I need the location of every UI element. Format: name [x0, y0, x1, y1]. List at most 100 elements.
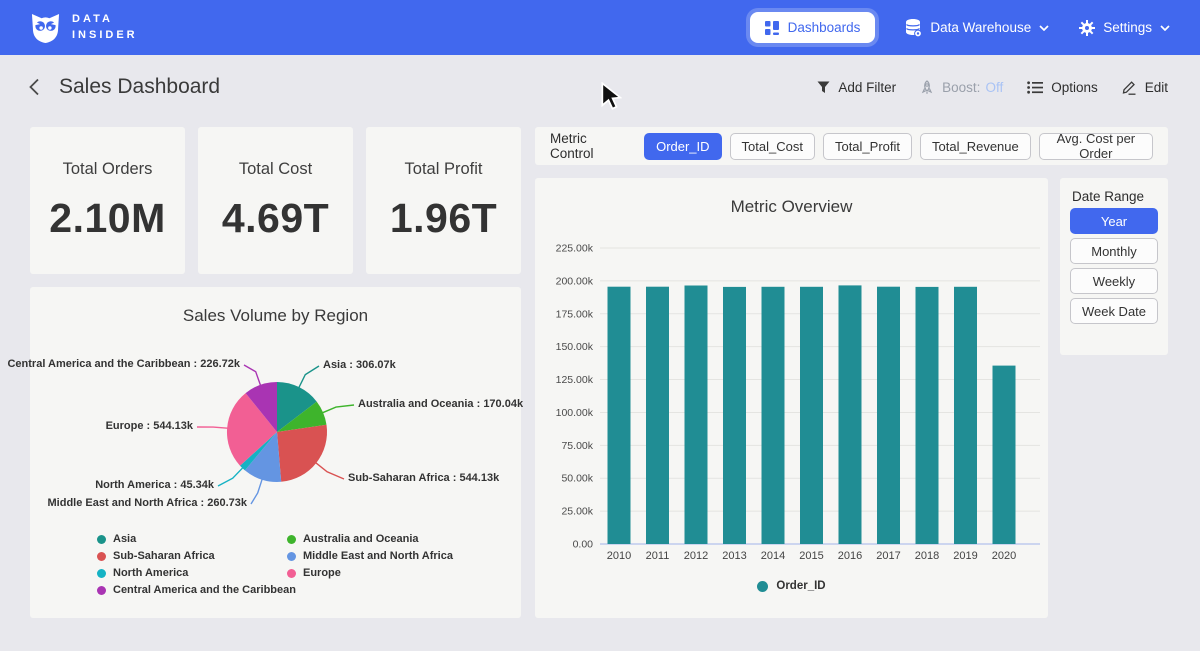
y-tick-label: 175.00k: [556, 308, 594, 320]
metric-control-buttons: Order_ID Total_Cost Total_Profit Total_Reve…: [644, 133, 1153, 160]
x-tick-label: 2011: [646, 550, 670, 562]
bar-2014: [762, 287, 785, 544]
pie-leader-line: [251, 478, 263, 504]
pie-callout-central-america-and-the-caribbean: Central America and the Caribbean : 226.…: [7, 358, 240, 370]
metric-option-total-revenue[interactable]: Total_Revenue: [920, 133, 1031, 160]
x-tick-label: 2020: [992, 550, 1016, 562]
x-tick-label: 2014: [761, 550, 785, 562]
date-option-weekly[interactable]: Weekly: [1070, 268, 1158, 294]
settings-menu[interactable]: Settings: [1079, 20, 1170, 36]
metric-control-bar: Metric Control Order_ID Total_Cost Total_P…: [535, 127, 1168, 165]
bar-2019: [954, 287, 977, 544]
pie-legend-item-asia: Asia: [97, 533, 136, 545]
metric-option-order-id[interactable]: Order_ID: [644, 133, 721, 160]
y-tick-label: 200.00k: [556, 275, 594, 287]
bar-chart-svg: 0.0025.00k50.00k75.00k100.00k125.00k150.…: [535, 178, 1048, 618]
y-tick-label: 50.00k: [561, 473, 593, 485]
page-title: Sales Dashboard: [59, 75, 220, 99]
add-filter-button[interactable]: Add Filter: [817, 80, 896, 95]
legend-dot: [287, 569, 296, 578]
legend-dot: [97, 535, 106, 544]
pie-slice-sub-saharan-africa: [277, 425, 327, 482]
legend-label: Order_ID: [776, 580, 825, 592]
y-tick-label: 25.00k: [561, 506, 593, 518]
legend-dot: [287, 535, 296, 544]
rocket-icon: [920, 80, 934, 95]
x-tick-label: 2013: [722, 550, 746, 562]
date-option-year[interactable]: Year: [1070, 208, 1158, 234]
y-tick-label: 225.00k: [556, 243, 594, 255]
pie-legend-item-europe: Europe: [287, 567, 341, 579]
sales-dashboard-page: DATA INSIDER Dashboards: [0, 0, 1200, 651]
list-icon: [1027, 81, 1043, 94]
bar-chart-legend: Order_ID: [535, 580, 1048, 592]
kpi-value: 2.10M: [30, 195, 185, 242]
nav-menu: Dashboards Data Warehouse: [750, 12, 1170, 43]
legend-label: Australia and Oceania: [303, 533, 419, 545]
x-tick-label: 2018: [915, 550, 939, 562]
bar-chart-card: Metric Overview 0.0025.00k50.00k75.00k10…: [535, 178, 1048, 618]
pie-leader-line: [298, 366, 319, 389]
pie-chart-card: Sales Volume by Region Asia : 306.07kAus…: [30, 287, 521, 618]
pie-legend-item-sub-saharan-africa: Sub-Saharan Africa: [97, 550, 215, 562]
pie-leader-line: [197, 427, 229, 428]
kpi-total-cost: Total Cost 4.69T: [198, 127, 353, 274]
dashboards-icon: [765, 21, 779, 35]
metric-option-total-profit[interactable]: Total_Profit: [823, 133, 912, 160]
chevron-left-icon: [28, 78, 40, 96]
date-option-monthly[interactable]: Monthly: [1070, 238, 1158, 264]
pie-leader-line: [218, 467, 244, 486]
x-tick-label: 2012: [684, 550, 708, 562]
legend-dot: [757, 581, 768, 592]
brand-logo: DATA INSIDER: [30, 11, 138, 44]
brand-text: DATA INSIDER: [72, 12, 138, 44]
legend-label: North America: [113, 567, 188, 579]
pie-callout-sub-saharan-africa: Sub-Saharan Africa : 544.13k: [348, 472, 499, 484]
metric-control-label: Metric Control: [550, 131, 630, 161]
date-range-label: Date Range: [1072, 189, 1168, 204]
pie-leader-line: [244, 365, 261, 387]
database-icon: [905, 19, 922, 37]
metric-option-avg-cost-per-order[interactable]: Avg. Cost per Order: [1039, 133, 1153, 160]
dashboards-button[interactable]: Dashboards: [750, 12, 876, 43]
bar-2017: [877, 287, 900, 544]
pie-legend-item-central-america-and-the-caribbean: Central America and the Caribbean: [97, 584, 296, 596]
boost-toggle[interactable]: Boost: Off: [920, 80, 1003, 95]
pie-callout-australia-and-oceania: Australia and Oceania : 170.04k: [358, 398, 523, 410]
kpi-label: Total Orders: [30, 160, 185, 179]
date-range-panel: Date Range Year Monthly Weekly Week Date: [1060, 178, 1168, 355]
bar-2011: [646, 287, 669, 544]
pie-leader-line: [315, 462, 344, 479]
bar-2015: [800, 287, 823, 544]
bar-2012: [685, 286, 708, 545]
x-tick-label: 2016: [838, 550, 862, 562]
kpi-total-orders: Total Orders 2.10M: [30, 127, 185, 274]
kpi-total-profit: Total Profit 1.96T: [366, 127, 521, 274]
pencil-icon: [1122, 80, 1137, 95]
x-tick-label: 2010: [607, 550, 631, 562]
data-warehouse-menu[interactable]: Data Warehouse: [905, 19, 1049, 37]
options-button[interactable]: Options: [1027, 80, 1098, 95]
legend-dot: [97, 552, 106, 561]
kpi-value: 1.96T: [366, 195, 521, 242]
back-button[interactable]: [28, 78, 40, 96]
pie-callout-europe: Europe : 544.13k: [106, 420, 193, 432]
bar-2010: [608, 287, 631, 544]
edit-button[interactable]: Edit: [1122, 80, 1168, 95]
date-option-week-date[interactable]: Week Date: [1070, 298, 1158, 324]
legend-label: Asia: [113, 533, 136, 545]
metric-option-total-cost[interactable]: Total_Cost: [730, 133, 815, 160]
pie-callout-asia: Asia : 306.07k: [323, 359, 396, 371]
legend-dot: [287, 552, 296, 561]
filter-icon: [817, 81, 830, 94]
kpi-label: Total Profit: [366, 160, 521, 179]
top-nav: DATA INSIDER Dashboards: [0, 0, 1200, 55]
y-tick-label: 75.00k: [561, 440, 593, 452]
gear-icon: [1079, 20, 1095, 36]
mouse-cursor: [600, 82, 622, 110]
x-tick-label: 2019: [953, 550, 977, 562]
legend-label: Middle East and North Africa: [303, 550, 453, 562]
pie-legend-item-north-america: North America: [97, 567, 188, 579]
y-tick-label: 100.00k: [556, 407, 594, 419]
pie-callout-middle-east-and-north-africa: Middle East and North Africa : 260.73k: [48, 497, 247, 509]
